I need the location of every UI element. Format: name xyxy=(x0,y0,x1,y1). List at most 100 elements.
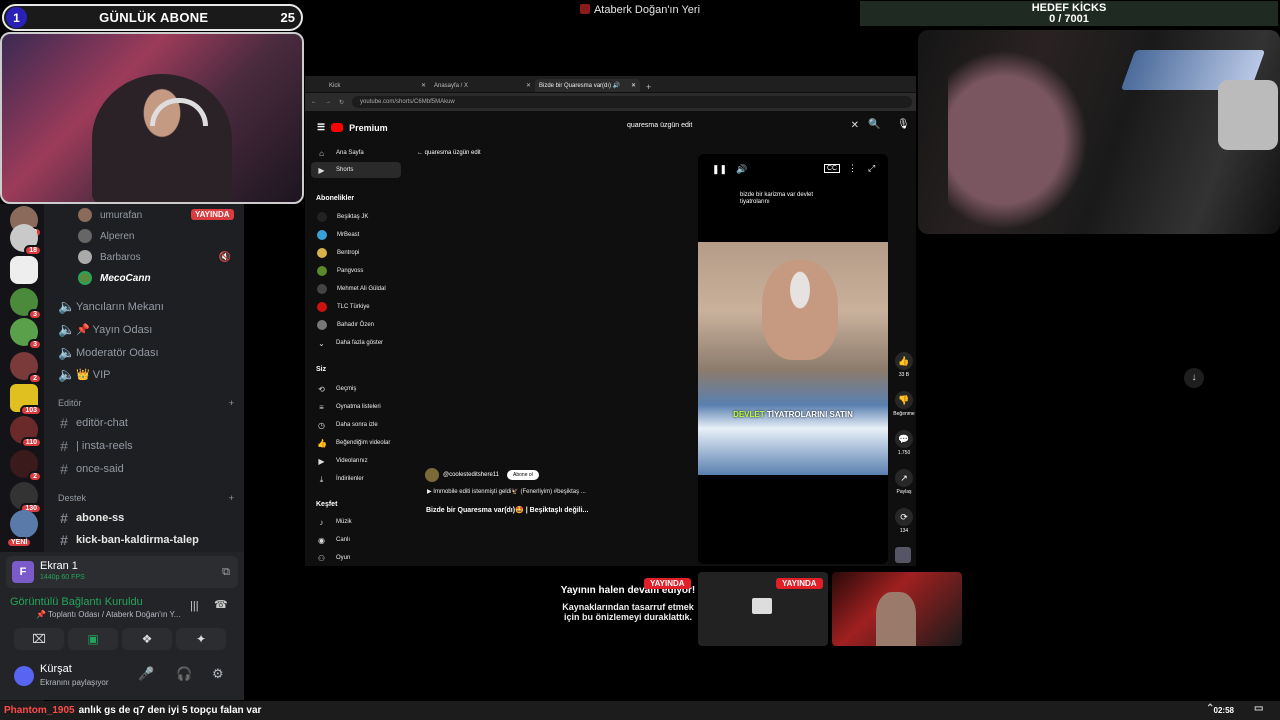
nav-watch-later[interactable]: ◷ Daha sonra izle xyxy=(311,417,401,433)
popout-icon[interactable]: ⧉ xyxy=(222,566,230,579)
nav-liked[interactable]: 👍 Beğendiğim videolar xyxy=(311,435,401,451)
close-icon[interactable]: ✕ xyxy=(421,82,426,89)
discord-voice-panel: F Ekran 1 1440p 60 FPS ⧉ Görüntülü Bağlan… xyxy=(0,552,244,700)
url-field[interactable]: youtube.com/shorts/C6Mbf5MAkuw xyxy=(352,96,913,108)
sub-item[interactable]: Bentropi xyxy=(311,245,401,261)
voice-user[interactable]: Alperen xyxy=(78,229,134,243)
text-channel[interactable]: # kick-ban-kaldirma-talep xyxy=(58,532,199,548)
microphone-icon[interactable]: 🎤 xyxy=(138,666,154,682)
search-input[interactable]: quaresma üzgün edit ✕ xyxy=(615,118,859,134)
voice-user[interactable]: umurafan xyxy=(78,208,142,222)
screen-share-button[interactable]: ▣ xyxy=(68,628,118,650)
notification-icon[interactable]: ▭ xyxy=(1254,703,1263,714)
category-editor[interactable]: Editör + xyxy=(58,398,234,408)
shorts-player[interactable]: ❚❚ 🔊 CC ⋮ ⤢ bizde bir karizma var devlet… xyxy=(698,154,888,564)
clear-search-icon[interactable]: ✕ xyxy=(851,118,859,134)
text-channel[interactable]: # | insta-reels xyxy=(58,438,133,454)
server-icon[interactable]: 18 xyxy=(10,224,42,256)
menu-icon[interactable]: ☰ xyxy=(317,122,325,133)
nav-home[interactable]: ⌂ Ana Sayfa xyxy=(311,145,401,161)
server-icon[interactable]: 103 xyxy=(10,384,42,416)
sub-item[interactable]: Bahadır Özen xyxy=(311,317,401,333)
sound-thumbnail[interactable] xyxy=(895,547,911,563)
new-tab-icon[interactable]: + xyxy=(640,82,657,92)
nav-music[interactable]: ♪ Müzik xyxy=(311,514,401,530)
comments-button[interactable]: 💬 1.750 xyxy=(891,430,917,456)
server-icon[interactable]: 3 xyxy=(10,318,42,350)
current-user[interactable]: Kürşat Ekranını paylaşıyor xyxy=(14,664,108,688)
reload-icon[interactable]: ↻ xyxy=(339,99,344,106)
voice-user[interactable]: MecoCann xyxy=(78,271,151,285)
voice-search-icon[interactable]: 🎙 xyxy=(897,119,910,130)
server-icon[interactable]: 2 xyxy=(10,352,42,384)
back-icon[interactable]: ← xyxy=(311,99,317,105)
nav-your-videos[interactable]: ▶ Videolarınız xyxy=(311,453,401,469)
nav-live[interactable]: ◉ Canlı xyxy=(311,532,401,548)
voice-channel[interactable]: 🔈 👑 VIP xyxy=(58,366,110,383)
pause-icon[interactable]: ❚❚ xyxy=(712,164,727,175)
captions-icon[interactable]: CC xyxy=(824,164,841,173)
screen-share-card[interactable]: F Ekran 1 1440p 60 FPS ⧉ xyxy=(6,556,238,588)
forward-icon[interactable]: → xyxy=(325,99,331,105)
subscribe-button[interactable]: Abone ol xyxy=(507,470,539,480)
next-short-arrow-icon[interactable]: ↓ xyxy=(1184,368,1204,388)
nav-playlists[interactable]: ≡ Oynatma listeleri xyxy=(311,399,401,415)
close-icon[interactable]: ✕ xyxy=(631,82,636,89)
you-heading[interactable]: Siz xyxy=(316,366,326,373)
server-icon[interactable] xyxy=(10,256,38,284)
nav-gaming[interactable]: ⚇ Oyun xyxy=(311,550,401,566)
sub-item[interactable]: MrBeast xyxy=(311,227,401,243)
soundboard-button[interactable]: ✦ xyxy=(176,628,226,650)
add-channel-icon[interactable]: + xyxy=(229,398,234,408)
channel-name[interactable]: @coolesteditshere11 xyxy=(443,472,499,478)
short-title[interactable]: Bizde bir Quaresma var(dı)🤩 | Beşiktaşlı… xyxy=(426,506,588,514)
volume-icon[interactable]: 🔊 xyxy=(736,164,747,175)
server-icon[interactable]: 110 xyxy=(10,416,42,448)
like-button[interactable]: 👍 33 B xyxy=(891,352,917,378)
show-more[interactable]: ⌄ Daha fazla göster xyxy=(311,335,401,351)
tab-kick[interactable]: Kick ✕ xyxy=(325,79,430,92)
linked-video[interactable]: ▶ Immobile editi istenmişti geldi🦅 (Fene… xyxy=(427,488,586,495)
nav-downloads[interactable]: ⤓ İndirilenler xyxy=(311,471,401,487)
tab-youtube[interactable]: Bizde bir Quaresma var(dı) 🔊 ✕ xyxy=(535,79,640,92)
category-destek[interactable]: Destek + xyxy=(58,493,234,503)
sub-item[interactable]: TLC Türkiye xyxy=(311,299,401,315)
more-options-icon[interactable]: ⋮ xyxy=(848,163,857,174)
youtube-logo[interactable]: ☰ Premium xyxy=(317,122,388,133)
voice-channel-path[interactable]: 📌 Toplantı Odası / Ataberk Doğan'ın Y... xyxy=(36,610,180,619)
dislike-button[interactable]: 👎 Beğenme xyxy=(891,391,917,417)
close-icon[interactable]: ✕ xyxy=(526,82,531,89)
signal-icon[interactable]: ||| xyxy=(190,600,199,612)
settings-gear-icon[interactable]: ⚙ xyxy=(212,666,224,682)
tab-x[interactable]: Anasayfa / X ✕ xyxy=(430,79,535,92)
server-icon[interactable]: YENİ xyxy=(6,510,38,548)
search-icon[interactable]: 🔍 xyxy=(868,119,880,130)
voice-user[interactable]: Barbaros 🔇 xyxy=(78,250,231,264)
nav-shorts[interactable]: ▶ Shorts xyxy=(311,162,401,178)
sub-item[interactable]: Beşiktaş JK xyxy=(311,209,401,225)
disconnect-icon[interactable]: ☎ xyxy=(214,598,228,611)
fullscreen-icon[interactable]: ⤢ xyxy=(868,163,875,174)
channel-avatar[interactable] xyxy=(425,468,439,482)
share-button[interactable]: ↗ Paylaş xyxy=(891,469,917,495)
subscriptions-heading[interactable]: Abonelikler xyxy=(316,195,354,202)
remix-button[interactable]: ⟳ 134 xyxy=(891,508,917,534)
server-icon[interactable]: 130 xyxy=(10,482,42,514)
activities-button[interactable]: ❖ xyxy=(122,628,172,650)
sub-item[interactable]: Mehmet Ali Güldal xyxy=(311,281,401,297)
back-to-search[interactable]: ← quaresma üzgün edit xyxy=(417,150,481,156)
voice-channel[interactable]: 🔈 📌 Yayın Odası xyxy=(58,321,152,338)
nav-history[interactable]: ⟲ Geçmiş xyxy=(311,381,401,397)
live-preview-thumbnail[interactable] xyxy=(832,572,962,646)
server-icon[interactable]: 3 xyxy=(10,288,42,320)
text-channel[interactable]: # once-said xyxy=(58,461,124,477)
voice-channel[interactable]: 🔈 Yancıların Mekanı xyxy=(58,298,164,315)
voice-channel[interactable]: 🔈 Moderatör Odası xyxy=(58,344,159,361)
add-channel-icon[interactable]: + xyxy=(229,493,234,503)
server-icon[interactable]: 2 xyxy=(10,450,42,482)
sub-item[interactable]: Pangvoss xyxy=(311,263,401,279)
camera-button[interactable]: ⌧ xyxy=(14,628,64,650)
text-channel[interactable]: # abone-ss xyxy=(58,510,124,526)
headphones-icon[interactable]: 🎧 xyxy=(176,666,192,682)
text-channel[interactable]: # editör-chat xyxy=(58,415,128,431)
